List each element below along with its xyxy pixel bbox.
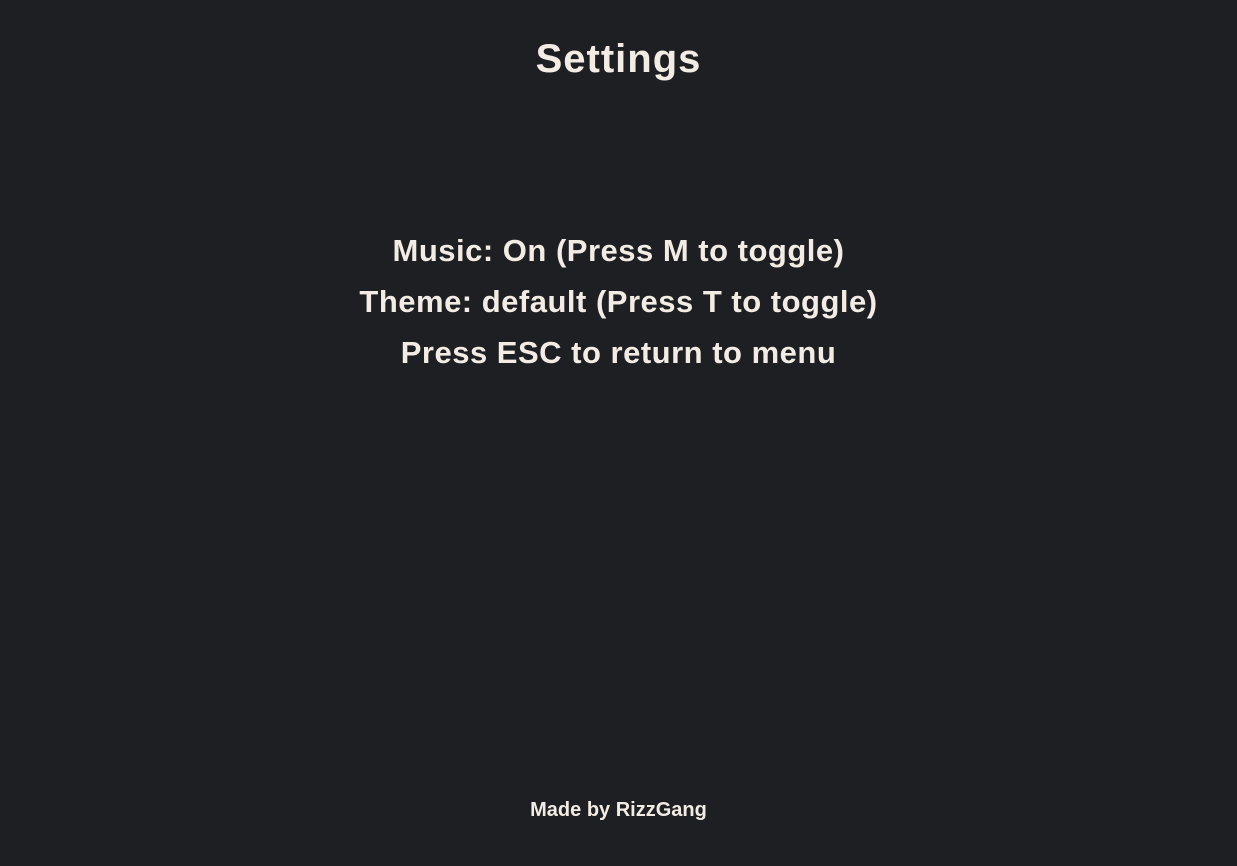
- return-to-menu-option[interactable]: Press ESC to return to menu: [0, 327, 1237, 378]
- settings-screen: Settings Music: On (Press M to toggle) T…: [0, 0, 1237, 866]
- settings-options: Music: On (Press M to toggle) Theme: def…: [0, 225, 1237, 378]
- page-title: Settings: [535, 37, 702, 81]
- music-toggle-option[interactable]: Music: On (Press M to toggle): [0, 225, 1237, 276]
- theme-toggle-option[interactable]: Theme: default (Press T to toggle): [0, 276, 1237, 327]
- credits-footer: Made by RizzGang: [530, 799, 707, 821]
